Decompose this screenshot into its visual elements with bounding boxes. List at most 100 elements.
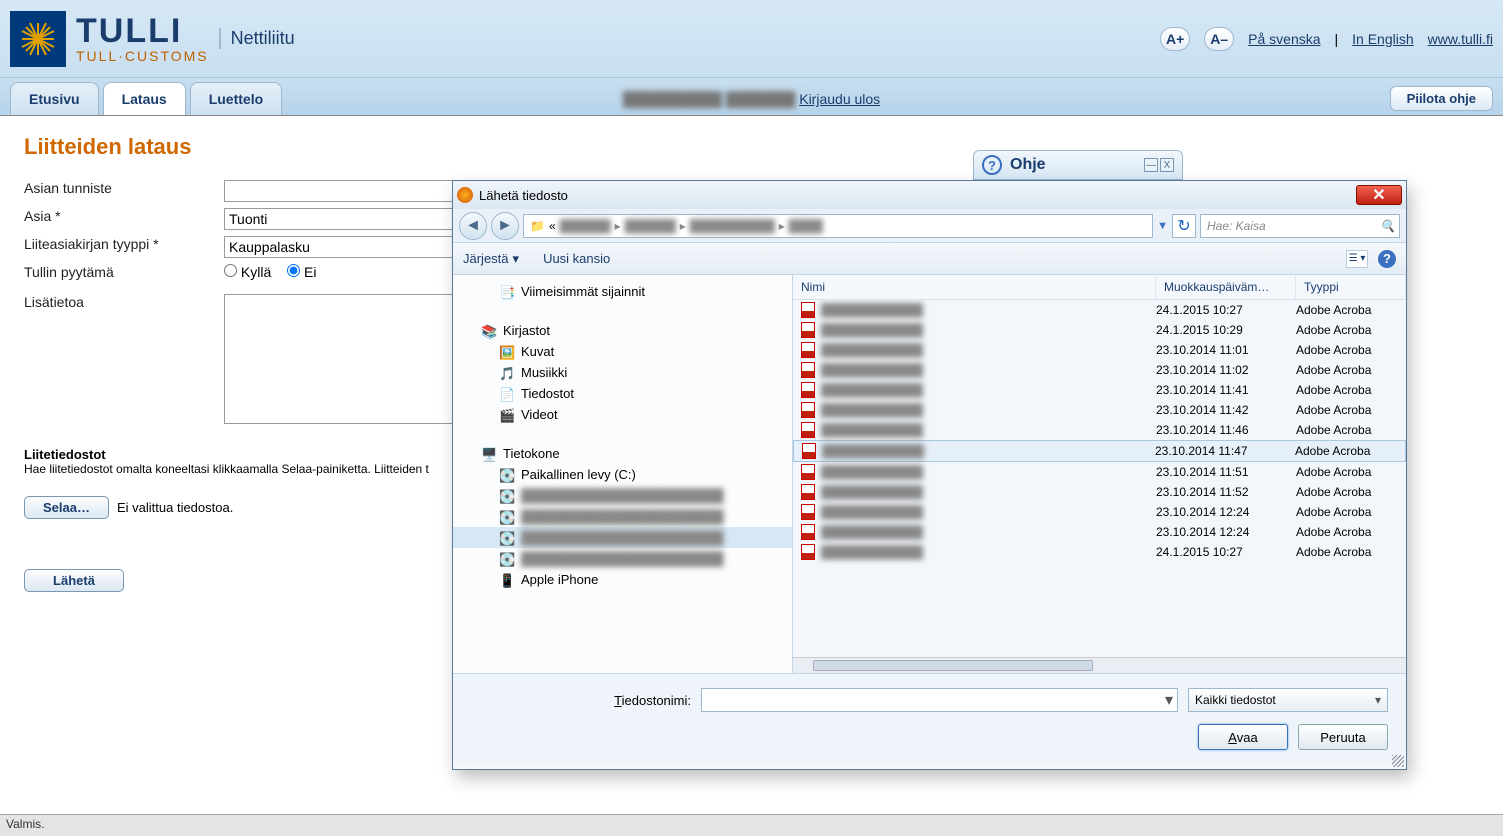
nav-back-button[interactable]: ◄: [459, 212, 487, 240]
horizontal-scrollbar[interactable]: [793, 657, 1406, 673]
dialog-toolbar: Järjestä ▾ Uusi kansio ☰ ▾ ?: [453, 243, 1406, 275]
dialog-titlebar: Lähetä tiedosto ✕: [453, 181, 1406, 209]
refresh-button[interactable]: ↻: [1172, 214, 1196, 238]
file-row[interactable]: ████████████23.10.2014 11:41Adobe Acroba: [793, 380, 1406, 400]
folder-icon: 📁: [530, 219, 545, 233]
tree-drive-3[interactable]: 💽██████████████████████: [453, 527, 792, 548]
tree-videos[interactable]: 🎬Videot: [453, 404, 792, 425]
dialog-help-icon[interactable]: ?: [1378, 250, 1396, 268]
logout-link[interactable]: Kirjaudu ulos: [799, 91, 880, 107]
label-tyyppi: Liiteasiakirjan tyyppi *: [24, 236, 224, 258]
help-title: Ohje: [1010, 156, 1144, 174]
tree-recent[interactable]: 📑Viimeisimmät sijainnit: [453, 281, 792, 302]
logo-icon: [10, 11, 66, 67]
search-input[interactable]: Hae: Kaisa 🔍: [1200, 214, 1400, 238]
tab-luettelo[interactable]: Luettelo: [190, 82, 282, 115]
zoom-out-button[interactable]: A–: [1204, 27, 1234, 51]
col-date[interactable]: Muokkauspäiväm…: [1156, 275, 1296, 299]
help-close-icon[interactable]: X: [1160, 158, 1174, 172]
list-header: Nimi Muokkauspäiväm… Tyyppi: [793, 275, 1406, 300]
send-button[interactable]: Lähetä: [24, 569, 124, 592]
file-row[interactable]: ████████████23.10.2014 12:24Adobe Acroba: [793, 522, 1406, 542]
browse-button[interactable]: Selaa…: [24, 496, 109, 519]
open-button[interactable]: Avaa: [1198, 724, 1288, 750]
filetype-select[interactable]: Kaikki tiedostot▾: [1188, 688, 1388, 712]
tree-music[interactable]: 🎵Musiikki: [453, 362, 792, 383]
col-name[interactable]: Nimi: [793, 275, 1156, 299]
pdf-icon: [801, 342, 815, 358]
tree-drive-4[interactable]: 💽██████████████████████: [453, 548, 792, 569]
pdf-icon: [801, 484, 815, 500]
pdf-icon: [801, 544, 815, 560]
tree-local-disk[interactable]: 💽Paikallinen levy (C:): [453, 464, 792, 485]
tree-computer[interactable]: 🖥️Tietokone: [453, 443, 792, 464]
lang-svenska-link[interactable]: På svenska: [1248, 31, 1320, 47]
tab-lataus[interactable]: Lataus: [103, 82, 186, 115]
file-row[interactable]: ████████████23.10.2014 11:47Adobe Acroba: [793, 440, 1406, 462]
organize-menu[interactable]: Järjestä ▾: [463, 251, 519, 267]
file-row[interactable]: ████████████23.10.2014 12:24Adobe Acroba: [793, 502, 1406, 522]
dialog-close-button[interactable]: ✕: [1356, 185, 1402, 205]
pdf-icon: [801, 422, 815, 438]
file-row[interactable]: ████████████24.1.2015 10:29Adobe Acroba: [793, 320, 1406, 340]
tab-row: Etusivu Lataus Luettelo ██████████ █████…: [0, 78, 1503, 116]
site-title: Nettiliitu: [219, 28, 295, 49]
view-options-button[interactable]: ☰ ▾: [1346, 250, 1368, 268]
tree-drive-1[interactable]: 💽██████████████████████: [453, 485, 792, 506]
pdf-icon: [801, 362, 815, 378]
lang-english-link[interactable]: In English: [1352, 31, 1413, 47]
file-dialog: Lähetä tiedosto ✕ ◄ ► 📁 « ██████▸ ██████…: [452, 180, 1407, 770]
logo-text: TULLI TULL·CUSTOMS: [76, 14, 209, 64]
tulli-site-link[interactable]: www.tulli.fi: [1428, 31, 1493, 47]
firefox-icon: [457, 187, 473, 203]
tree-documents[interactable]: 📄Tiedostot: [453, 383, 792, 404]
col-type[interactable]: Tyyppi: [1296, 275, 1406, 299]
hide-help-button[interactable]: Piilota ohje: [1390, 86, 1493, 111]
dialog-footer: TTiedostonimi:iedostonimi: ▾ Kaikki tied…: [453, 673, 1406, 764]
dialog-nav: ◄ ► 📁 « ██████▸ ██████▸ ██████████▸ ████…: [453, 209, 1406, 243]
file-row[interactable]: ████████████23.10.2014 11:52Adobe Acroba: [793, 482, 1406, 502]
tree-libraries[interactable]: 📚Kirjastot: [453, 320, 792, 341]
file-row[interactable]: ████████████23.10.2014 11:02Adobe Acroba: [793, 360, 1406, 380]
file-row[interactable]: ████████████23.10.2014 11:46Adobe Acroba: [793, 420, 1406, 440]
label-asian-tunniste: Asian tunniste: [24, 180, 224, 202]
page-title: Liitteiden lataus: [24, 134, 1479, 160]
pdf-icon: [801, 504, 815, 520]
file-row[interactable]: ████████████24.1.2015 10:27Adobe Acroba: [793, 300, 1406, 320]
logo-sub: TULL·CUSTOMS: [76, 48, 209, 64]
filename-input[interactable]: ▾: [701, 688, 1178, 712]
input-asia[interactable]: [224, 208, 454, 230]
user-info: ██████████ ███████ Kirjaudu ulos: [623, 91, 880, 107]
file-row[interactable]: ████████████23.10.2014 11:51Adobe Acroba: [793, 462, 1406, 482]
tree-drive-2[interactable]: 💽██████████████████████: [453, 506, 792, 527]
input-tyyppi[interactable]: [224, 236, 454, 258]
new-folder-button[interactable]: Uusi kansio: [543, 251, 610, 266]
radio-ei[interactable]: [287, 264, 300, 277]
pdf-icon: [801, 382, 815, 398]
help-panel: ? Ohje — X: [973, 150, 1183, 180]
cancel-button[interactable]: Peruuta: [1298, 724, 1388, 750]
tree-pictures[interactable]: 🖼️Kuvat: [453, 341, 792, 362]
file-row[interactable]: ████████████23.10.2014 11:42Adobe Acroba: [793, 400, 1406, 420]
tree-iphone[interactable]: 📱Apple iPhone: [453, 569, 792, 590]
header: TULLI TULL·CUSTOMS Nettiliitu A+ A– På s…: [0, 0, 1503, 78]
pdf-icon: [801, 402, 815, 418]
radio-kylla[interactable]: [224, 264, 237, 277]
label-pyytama: Tullin pyytämä: [24, 264, 224, 280]
dialog-title: Lähetä tiedosto: [479, 188, 1356, 203]
file-row[interactable]: ████████████23.10.2014 11:01Adobe Acroba: [793, 340, 1406, 360]
zoom-in-button[interactable]: A+: [1160, 27, 1190, 51]
pdf-icon: [801, 322, 815, 338]
path-breadcrumb[interactable]: 📁 « ██████▸ ██████▸ ██████████▸ ████: [523, 214, 1153, 238]
pdf-icon: [801, 464, 815, 480]
pdf-icon: [802, 443, 816, 459]
resize-handle[interactable]: [1392, 755, 1404, 767]
filename-dropdown-icon[interactable]: ▾: [1165, 690, 1173, 710]
input-asian-tunniste[interactable]: [224, 180, 454, 202]
help-minimize-icon[interactable]: —: [1144, 158, 1158, 172]
label-lisatietoa: Lisätietoa: [24, 294, 224, 427]
file-row[interactable]: ████████████24.1.2015 10:27Adobe Acroba: [793, 542, 1406, 562]
tab-etusivu[interactable]: Etusivu: [10, 82, 99, 115]
nav-forward-button[interactable]: ►: [491, 212, 519, 240]
pdf-icon: [801, 302, 815, 318]
